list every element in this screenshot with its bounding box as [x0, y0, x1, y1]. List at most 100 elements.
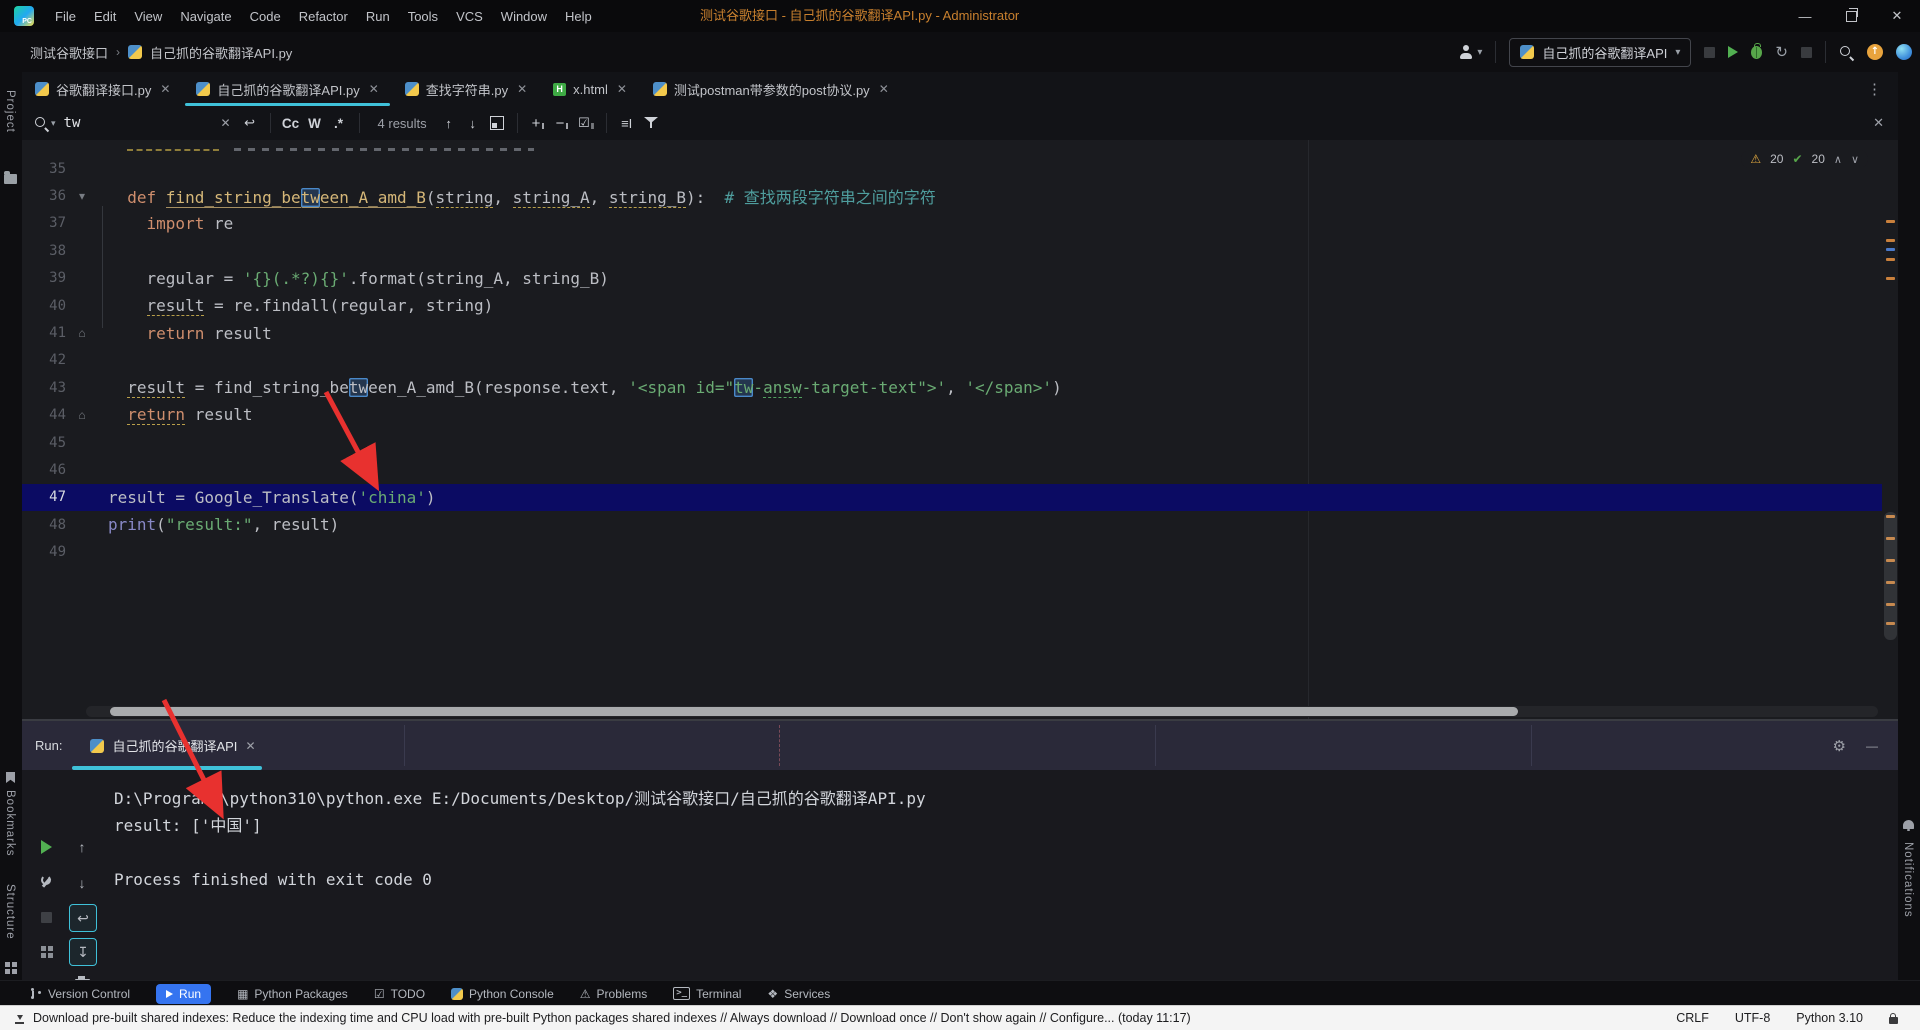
add-selection-button[interactable]: +II [526, 111, 550, 135]
run-settings-button[interactable] [33, 870, 59, 896]
hide-panel-icon[interactable]: — [1866, 739, 1878, 753]
open-in-find-window-button[interactable] [485, 111, 509, 135]
run-configuration-select[interactable]: 自己抓的谷歌翻译API ▾ [1509, 38, 1691, 67]
sidebar-item-notifications[interactable]: Notifications [1902, 842, 1914, 918]
tab-close-icon[interactable]: ✕ [517, 82, 527, 96]
tab-close-icon[interactable]: ✕ [160, 82, 170, 96]
code-line[interactable]: 49 [22, 538, 1882, 565]
gutter-fold-icon[interactable]: ▾ [74, 189, 90, 203]
status-message[interactable]: Download pre-built shared indexes: Reduc… [33, 1011, 1676, 1025]
restore-button[interactable] [1828, 0, 1874, 32]
toolwindow-button-python-packages[interactable]: ▦Python Packages [237, 987, 348, 1001]
horizontal-scrollbar-thumb[interactable] [110, 707, 1518, 716]
code-line[interactable]: 40result = re.findall(regular, string) [22, 292, 1882, 319]
minimize-button[interactable]: — [1782, 0, 1828, 32]
bookmark-icon[interactable] [6, 772, 15, 783]
code-line[interactable]: 35 [22, 155, 1882, 182]
menu-help[interactable]: Help [556, 6, 601, 27]
stop-button[interactable] [33, 904, 59, 930]
select-all-occurrences-button[interactable]: ☑II [574, 111, 598, 135]
next-occurrence-button[interactable]: ↓ [461, 111, 485, 135]
menu-refactor[interactable]: Refactor [290, 6, 357, 27]
settings-gear-icon[interactable]: ⚙ [1833, 737, 1846, 755]
code-line[interactable]: 37import re [22, 210, 1882, 237]
prev-problem-icon[interactable]: ∧ [1834, 153, 1842, 166]
sidebar-item-project[interactable]: Project [4, 90, 16, 133]
tab-close-icon[interactable]: ✕ [879, 82, 889, 96]
code-line[interactable]: 41⌂return result [22, 319, 1882, 346]
rerun-icon[interactable]: ↻ [1775, 43, 1788, 61]
horizontal-scrollbar[interactable] [86, 706, 1878, 717]
gutter-home-icon[interactable]: ⌂ [74, 326, 90, 340]
run-button[interactable] [1728, 46, 1738, 58]
match-case-toggle[interactable]: Cc [279, 111, 303, 135]
search-mode-button[interactable]: ▾ [34, 116, 56, 131]
close-find-bar-button[interactable]: ✕ [1873, 115, 1884, 131]
inspections-widget[interactable]: ⚠ 20 ✔ 20 ∧ ∨ [1741, 150, 1868, 168]
editor-tab[interactable]: 谷歌翻译接口.py✕ [22, 72, 183, 106]
menu-vcs[interactable]: VCS [447, 6, 492, 27]
code-line[interactable]: 43result = find_string_between_A_amd_B(r… [22, 374, 1882, 401]
code-with-me-icon[interactable] [1896, 44, 1912, 60]
search-everywhere-icon[interactable] [1839, 45, 1854, 60]
close-icon[interactable]: ✕ [245, 739, 255, 753]
remove-selection-button[interactable]: −II [550, 111, 574, 135]
run-console-output[interactable]: D:\Programs\python310\python.exe E:/Docu… [114, 770, 1894, 980]
breadcrumb-file[interactable]: 自己抓的谷歌翻译API.py [150, 43, 292, 62]
code-line[interactable]: 36▾def find_string_between_A_amd_B(strin… [22, 182, 1882, 209]
scroll-to-end-toggle[interactable]: ↧ [69, 938, 97, 966]
rerun-button[interactable] [33, 834, 59, 860]
toolwindow-button-todo[interactable]: ☑TODO [374, 987, 425, 1001]
code-line[interactable]: 42 [22, 347, 1882, 374]
next-problem-icon[interactable]: ∨ [1851, 153, 1859, 166]
code-line[interactable]: 38 [22, 237, 1882, 264]
run-tab[interactable]: 自己抓的谷歌翻译API ✕ [80, 721, 265, 770]
toolwindow-button-services[interactable]: ❖Services [767, 987, 830, 1001]
up-stack-trace-button[interactable]: ↑ [69, 834, 95, 860]
breadcrumb-project[interactable]: 测试谷歌接口 [30, 43, 108, 62]
whole-words-toggle[interactable]: W [303, 111, 327, 135]
menu-code[interactable]: Code [241, 6, 290, 27]
search-history-button[interactable]: ↩ [238, 111, 262, 135]
menu-edit[interactable]: Edit [85, 6, 125, 27]
tab-close-icon[interactable]: ✕ [617, 82, 627, 96]
soft-wrap-toggle[interactable]: ↩ [69, 904, 97, 932]
toolwindow-button-python-console[interactable]: Python Console [451, 987, 554, 1001]
search-input[interactable]: tw [64, 115, 214, 131]
editor-tab[interactable]: 查找字符串.py✕ [392, 72, 540, 106]
code-line[interactable]: 39regular = '{}(.*?){}'.format(string_A,… [22, 265, 1882, 292]
stop-icon[interactable] [1704, 47, 1715, 58]
code-line[interactable]: 48print("result:", result) [22, 511, 1882, 538]
profile-button[interactable]: ▾ [1459, 45, 1482, 60]
interpreter-indicator[interactable]: Python 3.10 [1796, 1011, 1863, 1025]
menu-window[interactable]: Window [492, 6, 556, 27]
toolwindow-button-run[interactable]: Run [156, 984, 211, 1004]
menu-file[interactable]: File [46, 6, 85, 27]
encoding-indicator[interactable]: UTF-8 [1735, 1011, 1770, 1025]
tab-close-icon[interactable]: ✕ [369, 82, 379, 96]
code-line[interactable]: 44⌂return result [22, 402, 1882, 429]
line-ending-indicator[interactable]: CRLF [1676, 1011, 1709, 1025]
update-available-icon[interactable] [1867, 44, 1883, 60]
down-stack-trace-button[interactable]: ↓ [69, 870, 95, 896]
previous-occurrence-button[interactable]: ↑ [437, 111, 461, 135]
menu-view[interactable]: View [125, 6, 171, 27]
regex-toggle[interactable]: .* [327, 111, 351, 135]
tab-overflow-menu[interactable]: ⋮ [1851, 72, 1898, 106]
gutter-home-icon[interactable]: ⌂ [74, 408, 90, 422]
menu-tools[interactable]: Tools [399, 6, 447, 27]
clear-search-button[interactable]: ✕ [214, 111, 238, 135]
menu-navigate[interactable]: Navigate [171, 6, 240, 27]
stop-icon-2[interactable] [1801, 47, 1812, 58]
code-line[interactable]: 45 [22, 429, 1882, 456]
filter-search-button[interactable] [639, 111, 663, 135]
editor-tab[interactable]: x.html✕ [540, 72, 640, 106]
folder-icon[interactable] [4, 174, 17, 184]
debug-button[interactable] [1751, 46, 1762, 59]
restore-layout-button[interactable] [33, 938, 59, 964]
editor-tab[interactable]: 自己抓的谷歌翻译API.py✕ [183, 72, 391, 106]
lock-icon[interactable] [1889, 1017, 1898, 1024]
code-line[interactable]: 46 [22, 456, 1882, 483]
toolwindow-button-version-control[interactable]: Version Control [30, 987, 130, 1001]
filter-lines-button[interactable]: ≡I [615, 111, 639, 135]
